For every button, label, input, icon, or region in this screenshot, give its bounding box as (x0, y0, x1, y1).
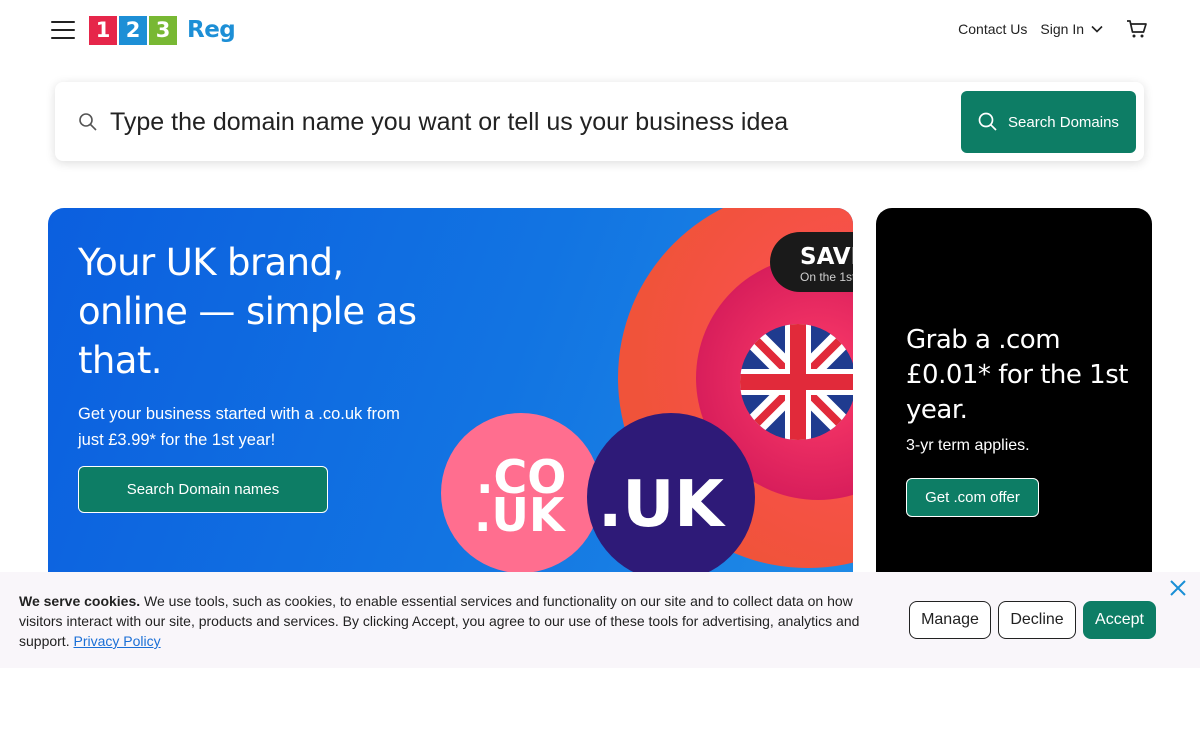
search-icon (79, 113, 97, 131)
search-icon (978, 112, 997, 131)
cookie-banner: We serve cookies. We use tools, such as … (0, 572, 1200, 668)
save-badge-sub: On the 1st year (800, 270, 853, 284)
cookie-message: We serve cookies. We use tools, such as … (19, 591, 889, 651)
close-icon[interactable] (1168, 578, 1188, 598)
search-domains-button[interactable]: Search Domains (961, 91, 1136, 153)
contact-us-link[interactable]: Contact Us (958, 21, 1027, 37)
accept-cookies-button[interactable]: Accept (1083, 601, 1156, 639)
site-header: 1 2 3 Reg Contact Us Sign In (0, 0, 1200, 62)
logo[interactable]: 1 2 3 Reg (89, 15, 236, 45)
cart-icon[interactable] (1126, 19, 1148, 39)
com-offer-card: Grab a .com £0.01* for the 1st year. 3-y… (876, 208, 1152, 588)
uk-badge-text: .UK (598, 468, 726, 542)
decline-cookies-button[interactable]: Decline (998, 601, 1076, 639)
domain-search-input[interactable] (110, 102, 950, 142)
sign-in-menu[interactable]: Sign In (1040, 21, 1104, 37)
get-com-offer-button[interactable]: Get .com offer (906, 478, 1039, 517)
hero-subtitle: Get your business started with a .co.uk … (78, 405, 400, 449)
domain-search-bar: Search Domains (55, 82, 1144, 161)
privacy-policy-link[interactable]: Privacy Policy (73, 633, 160, 649)
cookie-heading: We serve cookies. (19, 593, 141, 609)
hamburger-icon[interactable] (51, 20, 75, 40)
sign-in-label: Sign In (1040, 21, 1084, 37)
promo-title: Grab a .com £0.01* for the 1st year. (906, 325, 1128, 425)
search-domains-label: Search Domains (1008, 113, 1119, 131)
promo-note: 3-yr term applies. (906, 437, 1030, 454)
search-domain-names-button[interactable]: Search Domain names (78, 466, 328, 513)
logo-digit-2: 2 (119, 15, 147, 45)
logo-digit-3: 3 (149, 15, 177, 45)
logo-text: Reg (187, 17, 236, 43)
top-nav: Contact Us Sign In (945, 19, 1148, 39)
hero-banner: SAVE 69 On the 1st year .CO .UK .UK Your… (48, 208, 853, 588)
chevron-down-icon (1091, 25, 1103, 33)
logo-digit-1: 1 (89, 15, 117, 45)
manage-cookies-button[interactable]: Manage (909, 601, 991, 639)
hero-title: Your UK brand, online — simple as that. (78, 241, 417, 382)
co-uk-line-2: .UK (474, 488, 567, 542)
hero-illustration: SAVE 69 On the 1st year .CO .UK .UK (441, 208, 853, 581)
save-badge-text: SAVE 69 (800, 244, 853, 270)
